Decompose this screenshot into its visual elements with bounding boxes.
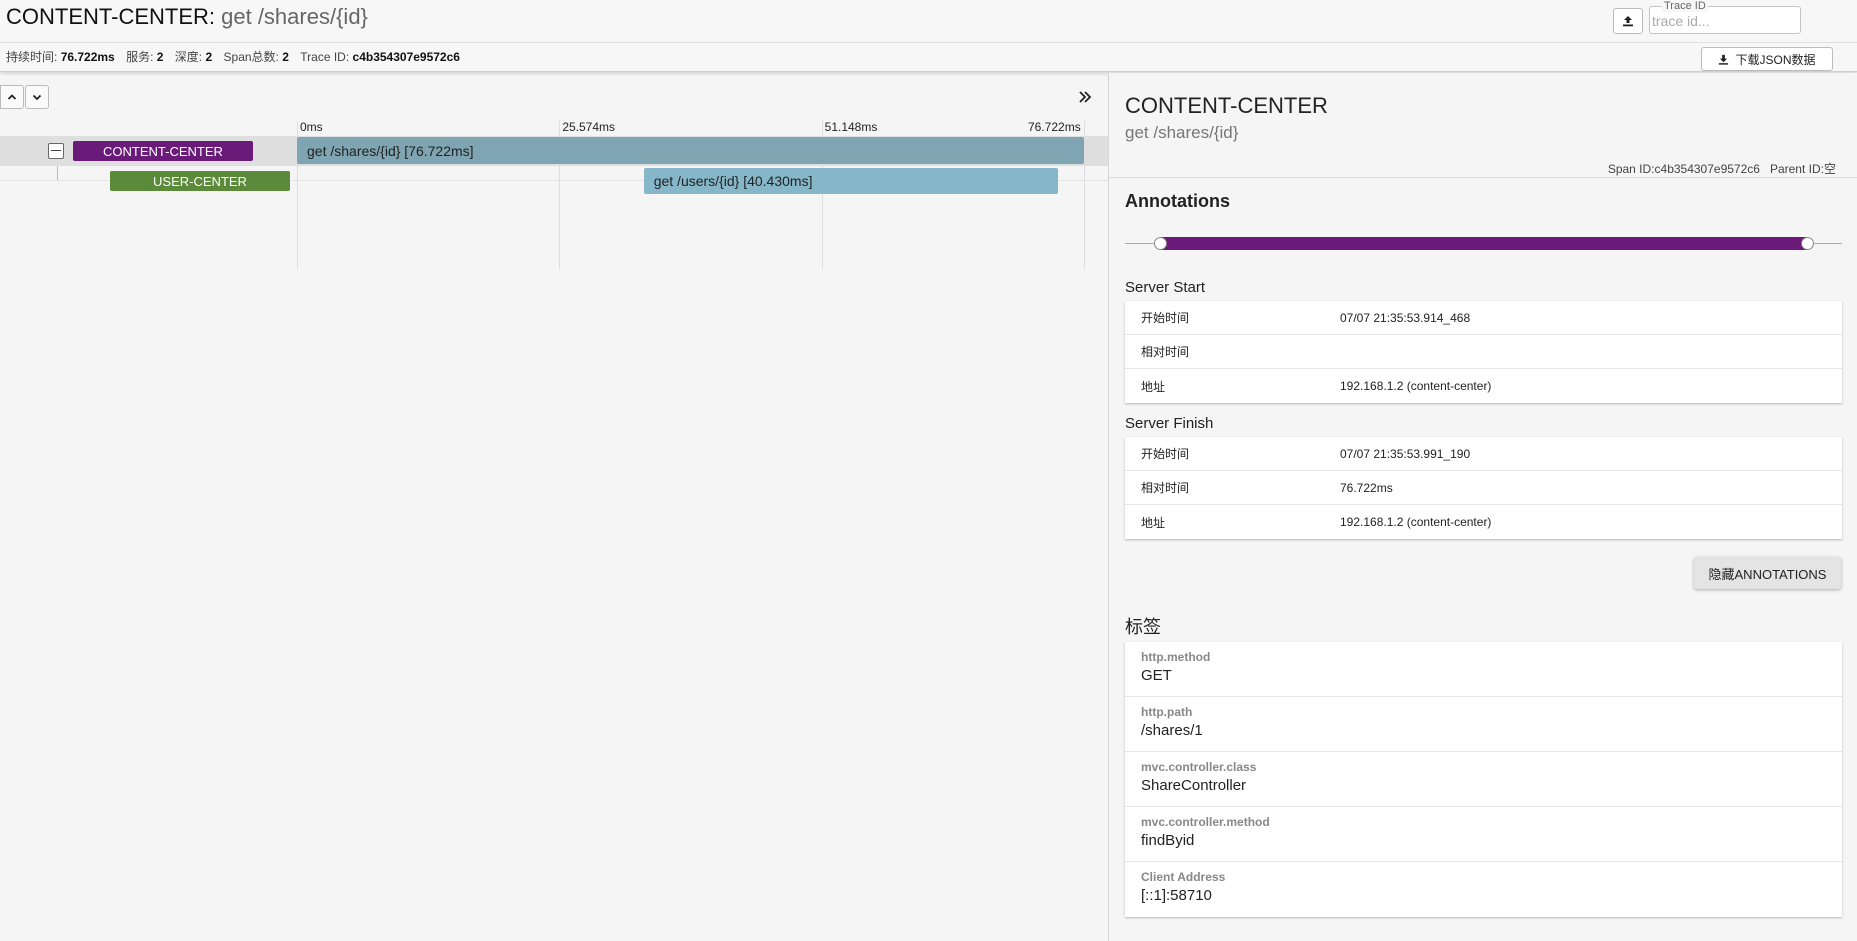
tag-item: http.method GET xyxy=(1125,642,1842,697)
expand-all-button[interactable] xyxy=(25,85,49,109)
annotation-table-server-finish: 开始时间 07/07 21:35:53.991_190 相对时间 76.722ms … xyxy=(1125,437,1842,539)
annotation-row: 开始时间 07/07 21:35:53.991_190 xyxy=(1125,437,1842,471)
tick-label: 0ms xyxy=(300,120,323,134)
annotation-row: 开始时间 07/07 21:35:53.914_468 xyxy=(1125,301,1842,335)
stat-depth-label: 深度: xyxy=(174,50,203,64)
detail-service-name: CONTENT-CENTER xyxy=(1125,93,1328,118)
tag-key: mvc.controller.class xyxy=(1141,760,1257,774)
stat-depth-value: 2 xyxy=(205,50,213,64)
stat-duration-value: 76.722ms xyxy=(60,50,115,64)
chevron-up-icon xyxy=(7,94,17,100)
span-ids: Span ID:c4b354307e9572c6 Parent ID:空 xyxy=(1608,160,1836,177)
span-bar-users[interactable]: get /users/{id} [40.430ms] xyxy=(643,168,1059,194)
tag-value: GET xyxy=(1141,667,1172,684)
stat-span-count-label: Span总数: xyxy=(223,50,279,64)
collapse-all-button[interactable] xyxy=(0,85,24,109)
annotation-slider-start-handle[interactable] xyxy=(1154,237,1167,250)
download-json-label: 下载JSON数据 xyxy=(1735,52,1816,67)
annotation-row: 地址 192.168.1.2 (content-center) xyxy=(1125,369,1842,403)
annotation-key: 相对时间 xyxy=(1141,481,1190,495)
tag-key: http.method xyxy=(1141,650,1211,664)
annotation-value: 07/07 21:35:53.991_190 xyxy=(1340,446,1471,461)
annotation-slider-range xyxy=(1160,237,1807,250)
tag-item: mvc.controller.method findByid xyxy=(1125,807,1842,862)
annotation-key: 开始时间 xyxy=(1141,447,1190,461)
span-detail-header: CONTENT-CENTER get /shares/{id} Span ID:… xyxy=(1109,73,1857,178)
annotation-key: 相对时间 xyxy=(1141,345,1190,359)
tags-list: http.method GET http.path/shares/1 mvc.co… xyxy=(1125,642,1842,917)
download-json-button[interactable]: 下载JSON数据 xyxy=(1701,47,1833,71)
annotation-key: 地址 xyxy=(1141,515,1166,530)
chevron-down-icon xyxy=(32,94,42,101)
hide-annotations-button[interactable]: 隐藏ANNOTATIONS xyxy=(1694,557,1841,589)
annotation-row: 相对时间 xyxy=(1125,335,1842,369)
service-badge-user-center[interactable]: USER-CENTER xyxy=(110,171,290,191)
tag-value: /shares/1 xyxy=(1141,722,1203,739)
span-detail-pane: CONTENT-CENTER get /shares/{id} Span ID:… xyxy=(1108,73,1857,941)
parent-id-label: Parent ID: xyxy=(1769,162,1824,176)
stat-services-label: 服务: xyxy=(126,50,154,64)
upload-icon xyxy=(1623,16,1633,27)
stat-duration-label: 持续时间: xyxy=(6,50,58,64)
trace-id-label: Trace ID xyxy=(1662,0,1708,12)
tag-item: mvc.controller.class ShareController xyxy=(1125,752,1842,807)
tag-item: Client Address[::1]:58710 xyxy=(1125,862,1842,917)
annotation-value: 192.168.1.2 (content-center) xyxy=(1340,515,1492,529)
annotations-title: Annotations xyxy=(1125,191,1230,211)
trace-stats: 持续时间: 76.722ms 服务: 2 深度: 2 Span总数: 2 Tra… xyxy=(6,48,468,65)
download-icon xyxy=(1719,54,1729,65)
annotation-key: 开始时间 xyxy=(1141,311,1190,325)
tag-value: findByid xyxy=(1141,832,1195,849)
timeline-pane: 0ms 25.574ms 51.148ms 76.722ms CONTENT-C… xyxy=(0,73,1108,941)
tick-label: 25.574ms xyxy=(562,120,616,134)
annotation-group-title: Server Start xyxy=(1125,279,1206,296)
tags-title: 标签 xyxy=(1125,617,1161,637)
span-id-value: c4b354307e9572c6 xyxy=(1654,162,1760,176)
tick-label: 76.722ms xyxy=(1028,120,1081,134)
annotation-row: 地址 192.168.1.2 (content-center) xyxy=(1125,505,1842,539)
stat-trace-id-value: c4b354307e9572c6 xyxy=(352,50,460,64)
stat-span-count-value: 2 xyxy=(282,50,289,64)
tag-value: ShareController xyxy=(1141,777,1247,794)
annotation-group-title: Server Finish xyxy=(1125,415,1214,432)
header-divider xyxy=(0,42,1857,43)
tag-value: [::1]:58710 xyxy=(1141,887,1212,904)
collapse-toggle-icon[interactable] xyxy=(48,143,64,159)
annotation-value: 76.722ms xyxy=(1340,480,1393,495)
stat-services-value: 2 xyxy=(156,50,164,64)
trace-id-input[interactable] xyxy=(1652,12,1792,30)
title-operation: get /shares/{id} xyxy=(215,4,368,29)
span-bar-shares[interactable]: get /shares/{id} [76.722ms] xyxy=(297,137,1084,164)
parent-id-value: 空 xyxy=(1823,162,1836,176)
annotation-key: 地址 xyxy=(1141,379,1166,394)
double-chevron-right-icon xyxy=(1079,91,1092,103)
upload-button[interactable] xyxy=(1613,8,1643,34)
tag-key: mvc.controller.method xyxy=(1141,815,1270,829)
tag-item: http.path/shares/1 xyxy=(1125,697,1842,752)
page-title: CONTENT-CENTER: get /shares/{id} xyxy=(6,4,368,30)
annotation-value: 07/07 21:35:53.914_468 xyxy=(1340,310,1471,325)
annotation-row: 相对时间 76.722ms xyxy=(1125,471,1842,505)
tag-key: Client Address xyxy=(1141,870,1226,884)
stat-trace-id-label: Trace ID: xyxy=(300,50,350,64)
annotation-table-server-start: 开始时间 07/07 21:35:53.914_468 相对时间 地址 192.16… xyxy=(1125,301,1842,403)
detail-operation-name: get /shares/{id} xyxy=(1125,123,1239,142)
timeline-tick xyxy=(1084,121,1085,269)
span-id-label: Span ID: xyxy=(1607,162,1655,176)
tick-label: 51.148ms xyxy=(824,120,878,134)
trace-header: CONTENT-CENTER: get /shares/{id} 持续时间: 7… xyxy=(0,0,1857,72)
tree-connector xyxy=(57,166,58,180)
title-service: CONTENT-CENTER xyxy=(6,4,209,29)
annotation-value: 192.168.1.2 (content-center) xyxy=(1340,379,1492,393)
annotation-slider-end-handle[interactable] xyxy=(1801,237,1814,250)
expand-detail-button[interactable] xyxy=(1073,86,1097,108)
trace-id-field[interactable]: Trace ID xyxy=(1649,0,1801,34)
tag-key: http.path xyxy=(1141,705,1193,719)
service-badge-content-center[interactable]: CONTENT-CENTER xyxy=(73,141,253,161)
